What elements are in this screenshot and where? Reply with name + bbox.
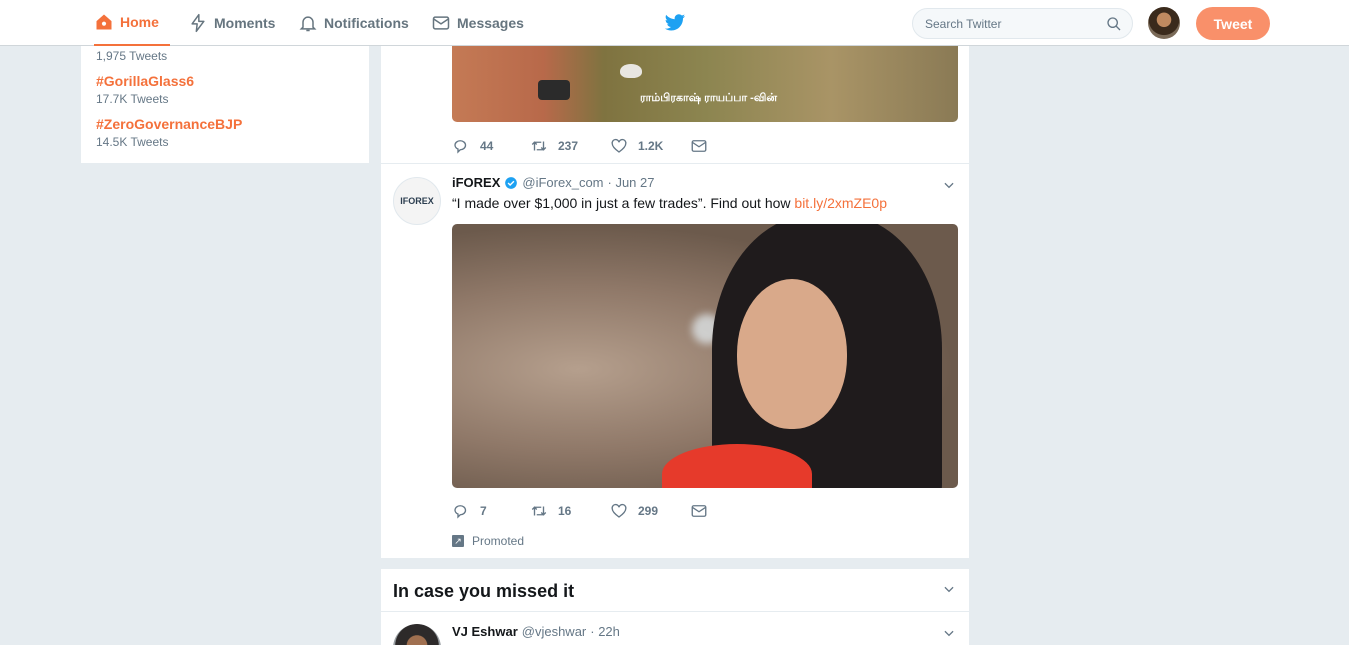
retweet-button[interactable]: 16 <box>530 502 610 520</box>
promoted-arrow-icon: ↗ <box>452 535 464 547</box>
nav-messages-label: Messages <box>457 15 524 31</box>
tweet-date[interactable]: · Jun 27 <box>608 175 655 190</box>
retweet-icon <box>531 506 547 516</box>
promoted-label[interactable]: ↗ Promoted <box>452 534 524 548</box>
search-icon[interactable] <box>1106 16 1122 32</box>
nav-home[interactable]: Home <box>94 0 170 46</box>
retweet-count: 237 <box>558 139 579 153</box>
module-divider <box>381 611 969 612</box>
reply-icon <box>454 140 467 154</box>
bird-figure-shape <box>620 64 642 78</box>
trend-count: 17.7K Tweets <box>96 92 169 106</box>
vjeshwar-avatar[interactable] <box>393 624 441 645</box>
author-handle[interactable]: @vjeshwar <box>522 624 587 639</box>
trend-count: 14.5K Tweets <box>96 135 169 149</box>
tweet-actions: 7 16 299 <box>452 502 708 520</box>
reply-count: 7 <box>480 504 487 518</box>
envelope-icon <box>432 16 450 30</box>
tweet-actions: 44 237 1.2K <box>452 137 708 155</box>
tweet-link[interactable]: bit.ly/2xmZE0p <box>794 195 887 211</box>
tweet-button[interactable]: Tweet <box>1196 7 1270 40</box>
tweet-body: “I made over $1,000 in just a few trades… <box>452 195 795 211</box>
like-count: 299 <box>638 504 659 518</box>
verified-badge-icon <box>505 176 518 189</box>
tweet-header: iFOREX @iForex_com · Jun 27 <box>452 175 655 190</box>
nav-messages[interactable]: Messages <box>431 0 524 46</box>
reply-count: 44 <box>480 139 494 153</box>
like-button[interactable]: 1.2K <box>610 137 690 155</box>
envelope-icon <box>691 505 707 517</box>
tweet-divider <box>381 163 969 164</box>
chevron-down-icon[interactable] <box>942 178 956 192</box>
chevron-down-icon[interactable] <box>942 626 956 640</box>
author-name[interactable]: iFOREX <box>452 175 500 190</box>
chevron-down-icon[interactable] <box>942 582 956 596</box>
tweet-media-image[interactable]: ராம்பிரகாஷ் ராயப்பா -வின் <box>452 46 958 122</box>
tweet-photo[interactable] <box>452 224 958 488</box>
reply-icon <box>454 505 467 519</box>
like-button[interactable]: 299 <box>610 502 690 520</box>
author-handle[interactable]: @iForex_com <box>522 175 603 190</box>
tweet-text: “I made over $1,000 in just a few trades… <box>452 195 887 211</box>
trend-tag[interactable]: #GorillaGlass6 <box>96 73 194 89</box>
envelope-icon <box>691 140 707 152</box>
module-title: In case you missed it <box>393 581 575 601</box>
tweet-header: VJ Eshwar @vjeshwar · 22h <box>452 624 620 639</box>
image-caption: ராம்பிரகாஷ் ராயப்பா -வின் <box>640 92 778 104</box>
heart-icon <box>611 138 627 153</box>
nav-notifications[interactable]: Notifications <box>298 0 409 46</box>
like-count: 1.2K <box>638 139 664 153</box>
avatar-logo-text: IFOREX <box>400 196 434 206</box>
home-icon <box>96 14 112 30</box>
search-placeholder: Search Twitter <box>925 16 1002 31</box>
bell-icon <box>299 16 317 32</box>
iforex-avatar[interactable]: IFOREX <box>393 177 441 225</box>
tweet-time[interactable]: · 22h <box>590 624 620 639</box>
nav-moments[interactable]: Moments <box>188 0 275 46</box>
direct-message-button[interactable] <box>690 502 708 520</box>
author-name[interactable]: VJ Eshwar <box>452 624 518 639</box>
reply-button[interactable]: 44 <box>452 137 530 155</box>
promoted-text: Promoted <box>472 534 525 548</box>
face-shape <box>737 279 847 429</box>
timeline: ராம்பிரகாஷ் ராயப்பா -வின் 44 237 1.2K IF… <box>381 46 969 558</box>
twitter-bird-icon[interactable] <box>664 13 686 33</box>
retweet-count: 16 <box>558 504 572 518</box>
profile-avatar[interactable] <box>1148 7 1180 39</box>
trend-tag[interactable]: #ZeroGovernanceBJP <box>96 116 242 132</box>
trend-count: 1,975 Tweets <box>96 49 168 63</box>
heart-icon <box>611 503 627 518</box>
nav-notifications-label: Notifications <box>324 15 409 31</box>
wristwatch-shape <box>538 80 570 100</box>
trends-card: 1,975 Tweets #GorillaGlass6 17.7K Tweets… <box>81 46 369 163</box>
nav-home-label: Home <box>120 14 159 30</box>
reply-button[interactable]: 7 <box>452 502 530 520</box>
retweet-button[interactable]: 237 <box>530 137 610 155</box>
retweet-icon <box>531 141 547 151</box>
lightning-icon <box>191 13 205 33</box>
direct-message-button[interactable] <box>690 137 708 155</box>
top-navigation-bar: Home Moments Notifications Messages Sear… <box>0 0 1349 46</box>
search-input[interactable]: Search Twitter <box>912 8 1133 39</box>
nav-moments-label: Moments <box>214 15 276 31</box>
in-case-you-missed-it-module: In case you missed it VJ Eshwar @vjeshwa… <box>381 569 969 645</box>
